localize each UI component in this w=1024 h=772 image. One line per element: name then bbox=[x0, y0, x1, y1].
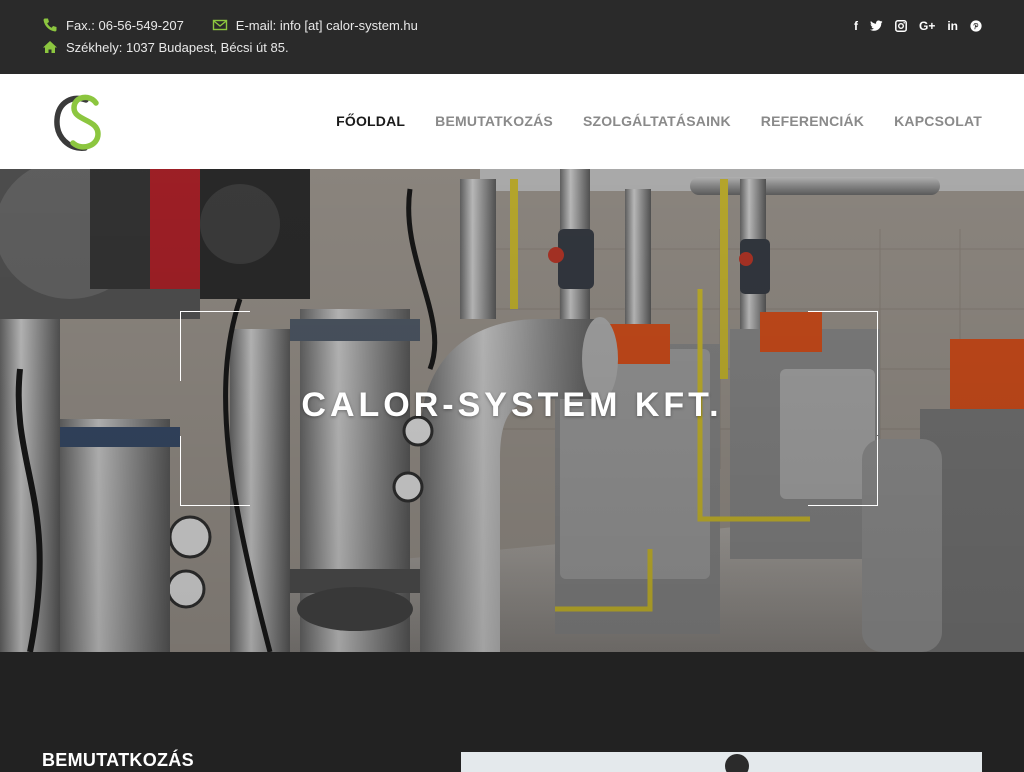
facebook-icon[interactable]: f bbox=[854, 18, 858, 34]
home-icon bbox=[42, 39, 58, 55]
pinterest-icon[interactable] bbox=[970, 20, 982, 32]
nav-item-referenciak[interactable]: REFERENCIÁK bbox=[761, 113, 864, 129]
instagram-icon[interactable] bbox=[895, 20, 907, 32]
intro-image bbox=[461, 752, 982, 772]
fax-text: Fax.: 06-56-549-207 bbox=[66, 17, 184, 33]
frame-corner bbox=[180, 436, 250, 506]
contact-row: Fax.: 06-56-549-207 E-mail: info [at] ca… bbox=[42, 17, 418, 33]
nav-item-kapcsolat[interactable]: KAPCSOLAT bbox=[894, 113, 982, 129]
frame-corner bbox=[808, 436, 878, 506]
googleplus-icon[interactable]: G+ bbox=[919, 18, 935, 34]
envelope-icon bbox=[212, 17, 228, 33]
twitter-icon[interactable] bbox=[869, 20, 883, 32]
nav-item-bemutatkozas[interactable]: BEMUTATKOZÁS bbox=[435, 113, 553, 129]
hero-banner: CALOR-SYSTEM KFT. bbox=[0, 169, 1024, 652]
social-links: f G+ in bbox=[854, 18, 982, 34]
linkedin-icon[interactable]: in bbox=[947, 18, 958, 34]
frame-corner bbox=[180, 311, 250, 381]
company-logo[interactable] bbox=[52, 91, 106, 153]
phone-icon bbox=[42, 17, 58, 33]
main-menu: FŐOLDAL BEMUTATKOZÁS SZOLGÁLTATÁSAINK RE… bbox=[336, 113, 982, 129]
hero-title: CALOR-SYSTEM KFT. bbox=[301, 386, 723, 424]
nav-item-szolgaltatasaink[interactable]: SZOLGÁLTATÁSAINK bbox=[583, 113, 731, 129]
top-info-bar: Fax.: 06-56-549-207 E-mail: info [at] ca… bbox=[0, 0, 1024, 74]
address-text: Székhely: 1037 Budapest, Bécsi út 85. bbox=[66, 39, 289, 55]
email-link[interactable]: E-mail: info [at] calor-system.hu bbox=[236, 18, 418, 33]
nav-item-fooldal[interactable]: FŐOLDAL bbox=[336, 113, 405, 129]
address-row: Székhely: 1037 Budapest, Bécsi út 85. bbox=[42, 39, 289, 55]
intro-section: BEMUTATKOZÁS bbox=[0, 652, 1024, 772]
main-navbar: FŐOLDAL BEMUTATKOZÁS SZOLGÁLTATÁSAINK RE… bbox=[0, 74, 1024, 169]
